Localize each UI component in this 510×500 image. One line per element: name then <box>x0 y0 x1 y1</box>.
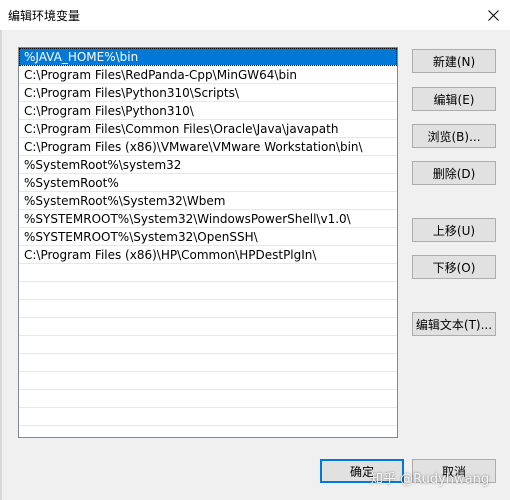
list-item[interactable]: %SystemRoot%\system32 <box>19 156 397 174</box>
edit-env-variable-dialog: 编辑环境变量 %JAVA_HOME%\bin C:\Program Files\… <box>0 0 510 500</box>
list-item-selected[interactable]: %JAVA_HOME%\bin <box>19 48 397 66</box>
title-bar: 编辑环境变量 <box>0 0 510 30</box>
empty-list-row[interactable] <box>19 282 397 300</box>
ok-button[interactable]: 确定 <box>320 459 404 483</box>
list-item[interactable]: C:\Program Files\Python310\ <box>19 102 397 120</box>
list-item[interactable]: C:\Program Files\Common Files\Oracle\Jav… <box>19 120 397 138</box>
list-item[interactable]: %SystemRoot%\System32\Wbem <box>19 192 397 210</box>
edit-button[interactable]: 编辑(E) <box>412 87 496 111</box>
list-item[interactable]: C:\Program Files (x86)\VMware\VMware Wor… <box>19 138 397 156</box>
close-button[interactable] <box>476 0 510 30</box>
close-icon <box>487 9 499 21</box>
list-item[interactable]: %SystemRoot% <box>19 174 397 192</box>
empty-list-row[interactable] <box>19 318 397 336</box>
empty-list-row[interactable] <box>19 390 397 408</box>
empty-list-row[interactable] <box>19 408 397 426</box>
list-item[interactable]: C:\Program Files\RedPanda-Cpp\MinGW64\bi… <box>19 66 397 84</box>
empty-list-row[interactable] <box>19 264 397 282</box>
empty-list-row[interactable] <box>19 300 397 318</box>
edit-text-button[interactable]: 编辑文本(T)... <box>412 312 496 336</box>
empty-list-row[interactable] <box>19 372 397 390</box>
window-edge <box>0 30 2 500</box>
list-item[interactable]: C:\Program Files\Python310\Scripts\ <box>19 84 397 102</box>
window-title: 编辑环境变量 <box>8 9 81 23</box>
cancel-button[interactable]: 取消 <box>412 459 496 483</box>
browse-button[interactable]: 浏览(B)... <box>412 124 496 148</box>
path-list[interactable]: %JAVA_HOME%\bin C:\Program Files\RedPand… <box>18 47 398 438</box>
new-button[interactable]: 新建(N) <box>412 49 496 73</box>
move-up-button[interactable]: 上移(U) <box>412 218 496 242</box>
empty-list-row[interactable] <box>19 336 397 354</box>
empty-list-row[interactable] <box>19 354 397 372</box>
list-item[interactable]: %SYSTEMROOT%\System32\WindowsPowerShell\… <box>19 210 397 228</box>
list-item[interactable]: %SYSTEMROOT%\System32\OpenSSH\ <box>19 228 397 246</box>
delete-button[interactable]: 删除(D) <box>412 161 496 185</box>
list-item[interactable]: C:\Program Files (x86)\HP\Common\HPDestP… <box>19 246 397 264</box>
move-down-button[interactable]: 下移(O) <box>412 255 496 279</box>
